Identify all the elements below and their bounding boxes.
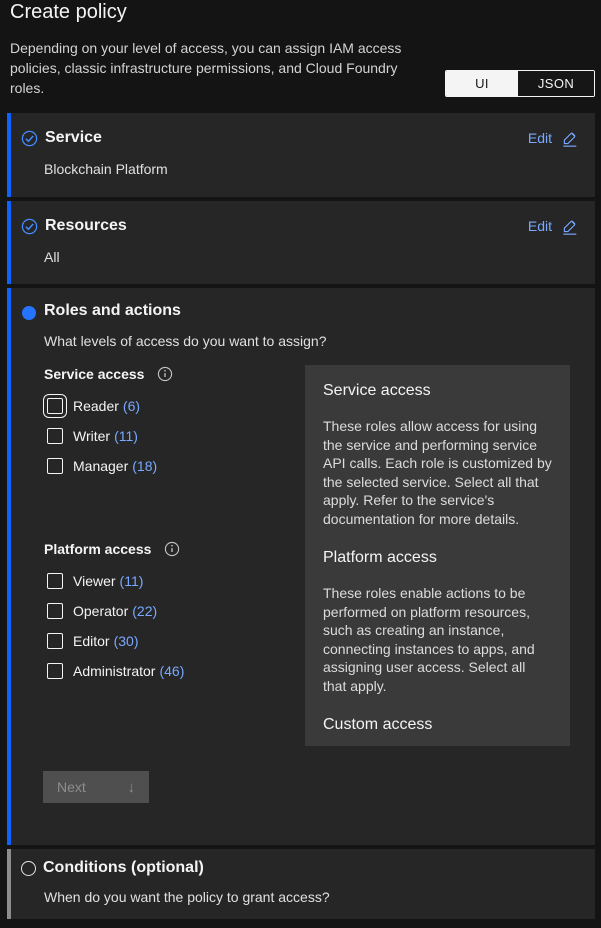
- role-count: (6): [123, 398, 140, 414]
- check-circle-icon: [21, 218, 38, 235]
- help-heading-custom-access: Custom access: [323, 715, 552, 735]
- checkbox-operator[interactable]: [47, 603, 63, 619]
- step-title-conditions: Conditions (optional): [43, 859, 204, 877]
- help-body-platform-access: These roles enable actions to be perform…: [323, 584, 552, 695]
- checkbox-manager[interactable]: [47, 458, 63, 474]
- check-circle-icon: [21, 130, 38, 147]
- role-count: (11): [114, 428, 138, 444]
- checkbox-writer[interactable]: [47, 428, 63, 444]
- checkbox-row-editor[interactable]: Editor(30): [47, 633, 138, 649]
- toggle-ui-button[interactable]: UI: [446, 71, 518, 96]
- next-button[interactable]: Next ↓: [43, 771, 149, 803]
- access-help-panel: Service access These roles allow access …: [305, 365, 570, 746]
- checkbox-row-writer[interactable]: Writer(11): [47, 428, 138, 444]
- help-heading-service-access: Service access: [323, 381, 552, 401]
- conditions-question: When do you want the policy to grant acc…: [44, 888, 595, 906]
- role-count: (22): [132, 603, 157, 619]
- checkbox-row-viewer[interactable]: Viewer(11): [47, 573, 143, 589]
- arrow-down-icon: ↓: [128, 779, 136, 796]
- empty-step-circle-icon: [21, 861, 36, 876]
- checkbox-label: Reader(6): [73, 398, 140, 414]
- step-card-conditions: Conditions (optional) When do you want t…: [7, 849, 595, 919]
- step-card-resources: Resources Edit All: [7, 201, 595, 284]
- step-title-roles: Roles and actions: [44, 302, 181, 320]
- edit-service-link[interactable]: Edit: [528, 130, 578, 147]
- checkbox-label: Writer(11): [73, 428, 138, 444]
- checkbox-row-manager[interactable]: Manager(18): [47, 458, 157, 474]
- edit-service-label: Edit: [528, 130, 552, 146]
- toggle-json-button[interactable]: JSON: [518, 71, 594, 96]
- step-card-service: Service Edit Blockchain Platform: [7, 113, 595, 197]
- service-access-label: Service access: [44, 366, 173, 382]
- resources-value: All: [44, 248, 595, 266]
- checkbox-label: Editor(30): [73, 633, 138, 649]
- checkbox-label: Administrator(46): [73, 663, 184, 679]
- pencil-edit-icon: [561, 218, 578, 235]
- info-icon[interactable]: [157, 366, 173, 382]
- checkbox-label: Manager(18): [73, 458, 157, 474]
- edit-resources-link[interactable]: Edit: [528, 218, 578, 235]
- step-card-roles: Roles and actions What levels of access …: [7, 288, 595, 845]
- edit-resources-label: Edit: [528, 218, 552, 234]
- checkbox-administrator[interactable]: [47, 663, 63, 679]
- platform-access-label: Platform access: [44, 541, 180, 557]
- checkbox-row-operator[interactable]: Operator(22): [47, 603, 157, 619]
- step-title-resources: Resources: [45, 217, 127, 235]
- roles-question: What levels of access do you want to ass…: [44, 332, 326, 350]
- create-policy-page: Create policy Depending on your level of…: [0, 0, 601, 928]
- checkbox-label: Viewer(11): [73, 573, 143, 589]
- checkbox-editor[interactable]: [47, 633, 63, 649]
- pencil-edit-icon: [561, 130, 578, 147]
- checkbox-viewer[interactable]: [47, 573, 63, 589]
- help-heading-platform-access: Platform access: [323, 548, 552, 568]
- step-title-service: Service: [45, 129, 102, 147]
- next-button-label: Next: [57, 779, 86, 795]
- view-toggle: UI JSON: [445, 70, 595, 97]
- role-count: (18): [132, 458, 157, 474]
- checkbox-row-administrator[interactable]: Administrator(46): [47, 663, 184, 679]
- role-count: (30): [114, 633, 139, 649]
- service-access-label-text: Service access: [44, 366, 144, 382]
- help-body-service-access: These roles allow access for using the s…: [323, 417, 552, 528]
- platform-access-label-text: Platform access: [44, 541, 151, 557]
- checkbox-reader[interactable]: [47, 398, 63, 414]
- checkbox-label: Operator(22): [73, 603, 157, 619]
- role-count: (46): [159, 663, 184, 679]
- page-title: Create policy: [10, 0, 127, 26]
- active-step-dot-icon: [22, 306, 36, 320]
- service-value: Blockchain Platform: [44, 160, 595, 178]
- checkbox-row-reader[interactable]: Reader(6): [47, 398, 140, 414]
- page-description: Depending on your level of access, you c…: [10, 38, 428, 98]
- role-count: (11): [120, 573, 144, 589]
- info-icon[interactable]: [164, 541, 180, 557]
